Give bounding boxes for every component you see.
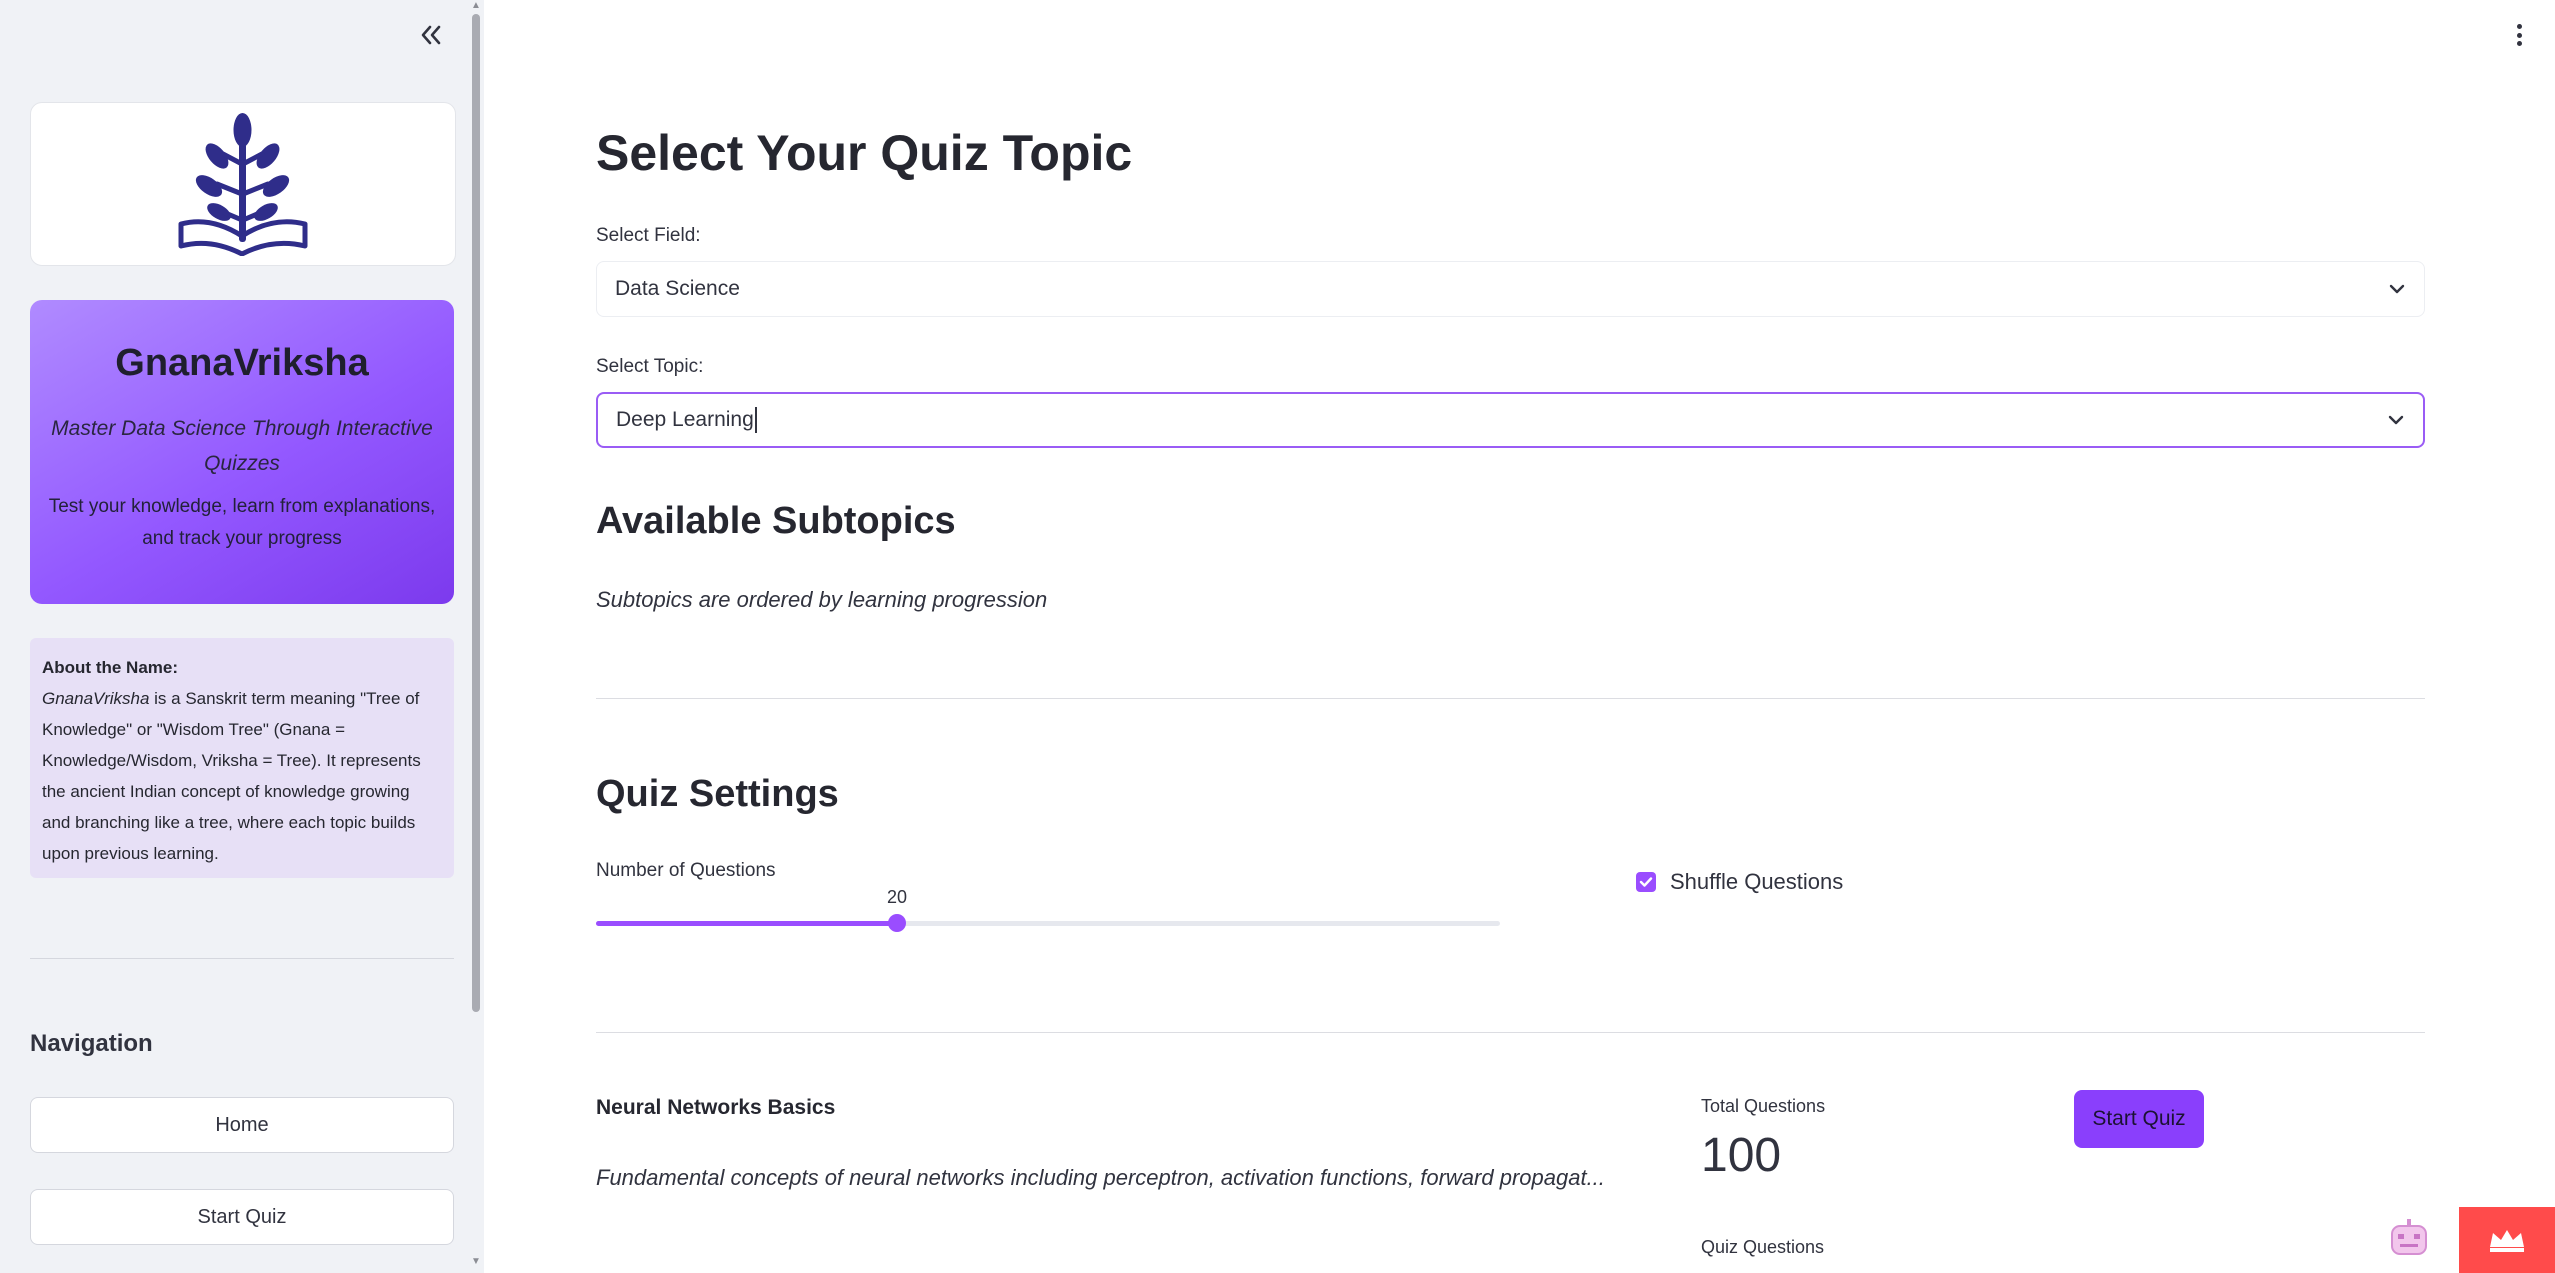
- num-questions-label: Number of Questions: [596, 860, 776, 881]
- double-chevron-left-icon: [421, 25, 441, 45]
- book-tree-logo: [178, 113, 308, 256]
- total-questions-value: 100: [1701, 1129, 1782, 1182]
- robot-icon[interactable]: [2386, 1216, 2432, 1262]
- about-name-box: About the Name: GnanaVriksha is a Sanskr…: [30, 638, 454, 878]
- chevron-down-icon: [2388, 415, 2404, 425]
- subtopics-heading: Available Subtopics: [596, 500, 956, 542]
- start-quiz-button[interactable]: Start Quiz: [2074, 1090, 2204, 1148]
- slider-value: 20: [887, 887, 908, 907]
- select-field-label: Select Field:: [596, 225, 701, 246]
- nav-home-button[interactable]: Home: [30, 1097, 454, 1153]
- quiz-settings-heading: Quiz Settings: [596, 773, 839, 815]
- navigation-heading: Navigation: [30, 1030, 153, 1057]
- page-title: Select Your Quiz Topic: [596, 125, 1133, 181]
- brand-title: GnanaVriksha: [115, 342, 369, 384]
- subtopics-note: Subtopics are ordered by learning progre…: [596, 587, 1048, 612]
- slider-thumb[interactable]: [888, 914, 907, 932]
- logo-card: [30, 102, 456, 266]
- shuffle-questions-label: Shuffle Questions: [1670, 869, 1844, 894]
- checkbox-checked-icon[interactable]: [1636, 872, 1656, 892]
- kebab-menu-icon[interactable]: [2509, 20, 2529, 50]
- section-divider: [596, 1032, 2425, 1033]
- select-topic-dropdown[interactable]: Deep Learning: [596, 392, 2425, 448]
- section-divider: [596, 698, 2425, 699]
- brand-tagline: Master Data Science Through Interactive …: [51, 417, 433, 475]
- text-caret: [754, 407, 757, 433]
- sidebar: GnanaVriksha Master Data Science Through…: [0, 0, 484, 1273]
- main-area: Select Your Quiz Topic Select Field: Dat…: [484, 0, 2555, 1273]
- sidebar-scrollbar-thumb[interactable]: [472, 14, 480, 1012]
- scroll-down-icon[interactable]: ▼: [470, 1256, 482, 1268]
- subtopic-description: Fundamental concepts of neural networks …: [596, 1165, 1605, 1190]
- crown-icon: [2490, 1230, 2524, 1252]
- shuffle-questions-checkbox[interactable]: Shuffle Questions: [1636, 869, 1843, 895]
- about-text: GnanaVriksha is a Sanskrit term meaning …: [42, 683, 442, 869]
- select-field-dropdown[interactable]: Data Science: [596, 261, 2425, 317]
- quiz-questions-label: Quiz Questions: [1701, 1237, 1825, 1257]
- collapse-sidebar-button[interactable]: [414, 18, 448, 52]
- brand-description: Test your knowledge, learn from explanat…: [48, 496, 436, 549]
- chevron-down-icon: [2389, 284, 2405, 294]
- total-questions-label: Total Questions: [1701, 1096, 1826, 1116]
- brand-card: GnanaVriksha Master Data Science Through…: [30, 300, 454, 604]
- about-name-italic: GnanaVriksha: [42, 689, 150, 708]
- about-heading: About the Name:: [42, 658, 178, 677]
- nav-start-quiz-button[interactable]: Start Quiz: [30, 1189, 454, 1245]
- subtopic-title: Neural Networks Basics: [596, 1096, 836, 1119]
- streamlit-crown-badge[interactable]: [2459, 1207, 2555, 1273]
- sidebar-divider: [30, 958, 454, 959]
- scroll-up-icon[interactable]: ▲: [470, 0, 482, 12]
- select-topic-value: Deep Learning: [616, 408, 754, 431]
- slider-fill: [596, 921, 898, 926]
- about-body: is a Sanskrit term meaning "Tree of Know…: [42, 689, 421, 863]
- select-topic-label: Select Topic:: [596, 356, 704, 377]
- select-field-value: Data Science: [615, 277, 740, 300]
- num-questions-slider[interactable]: 20: [596, 887, 1500, 932]
